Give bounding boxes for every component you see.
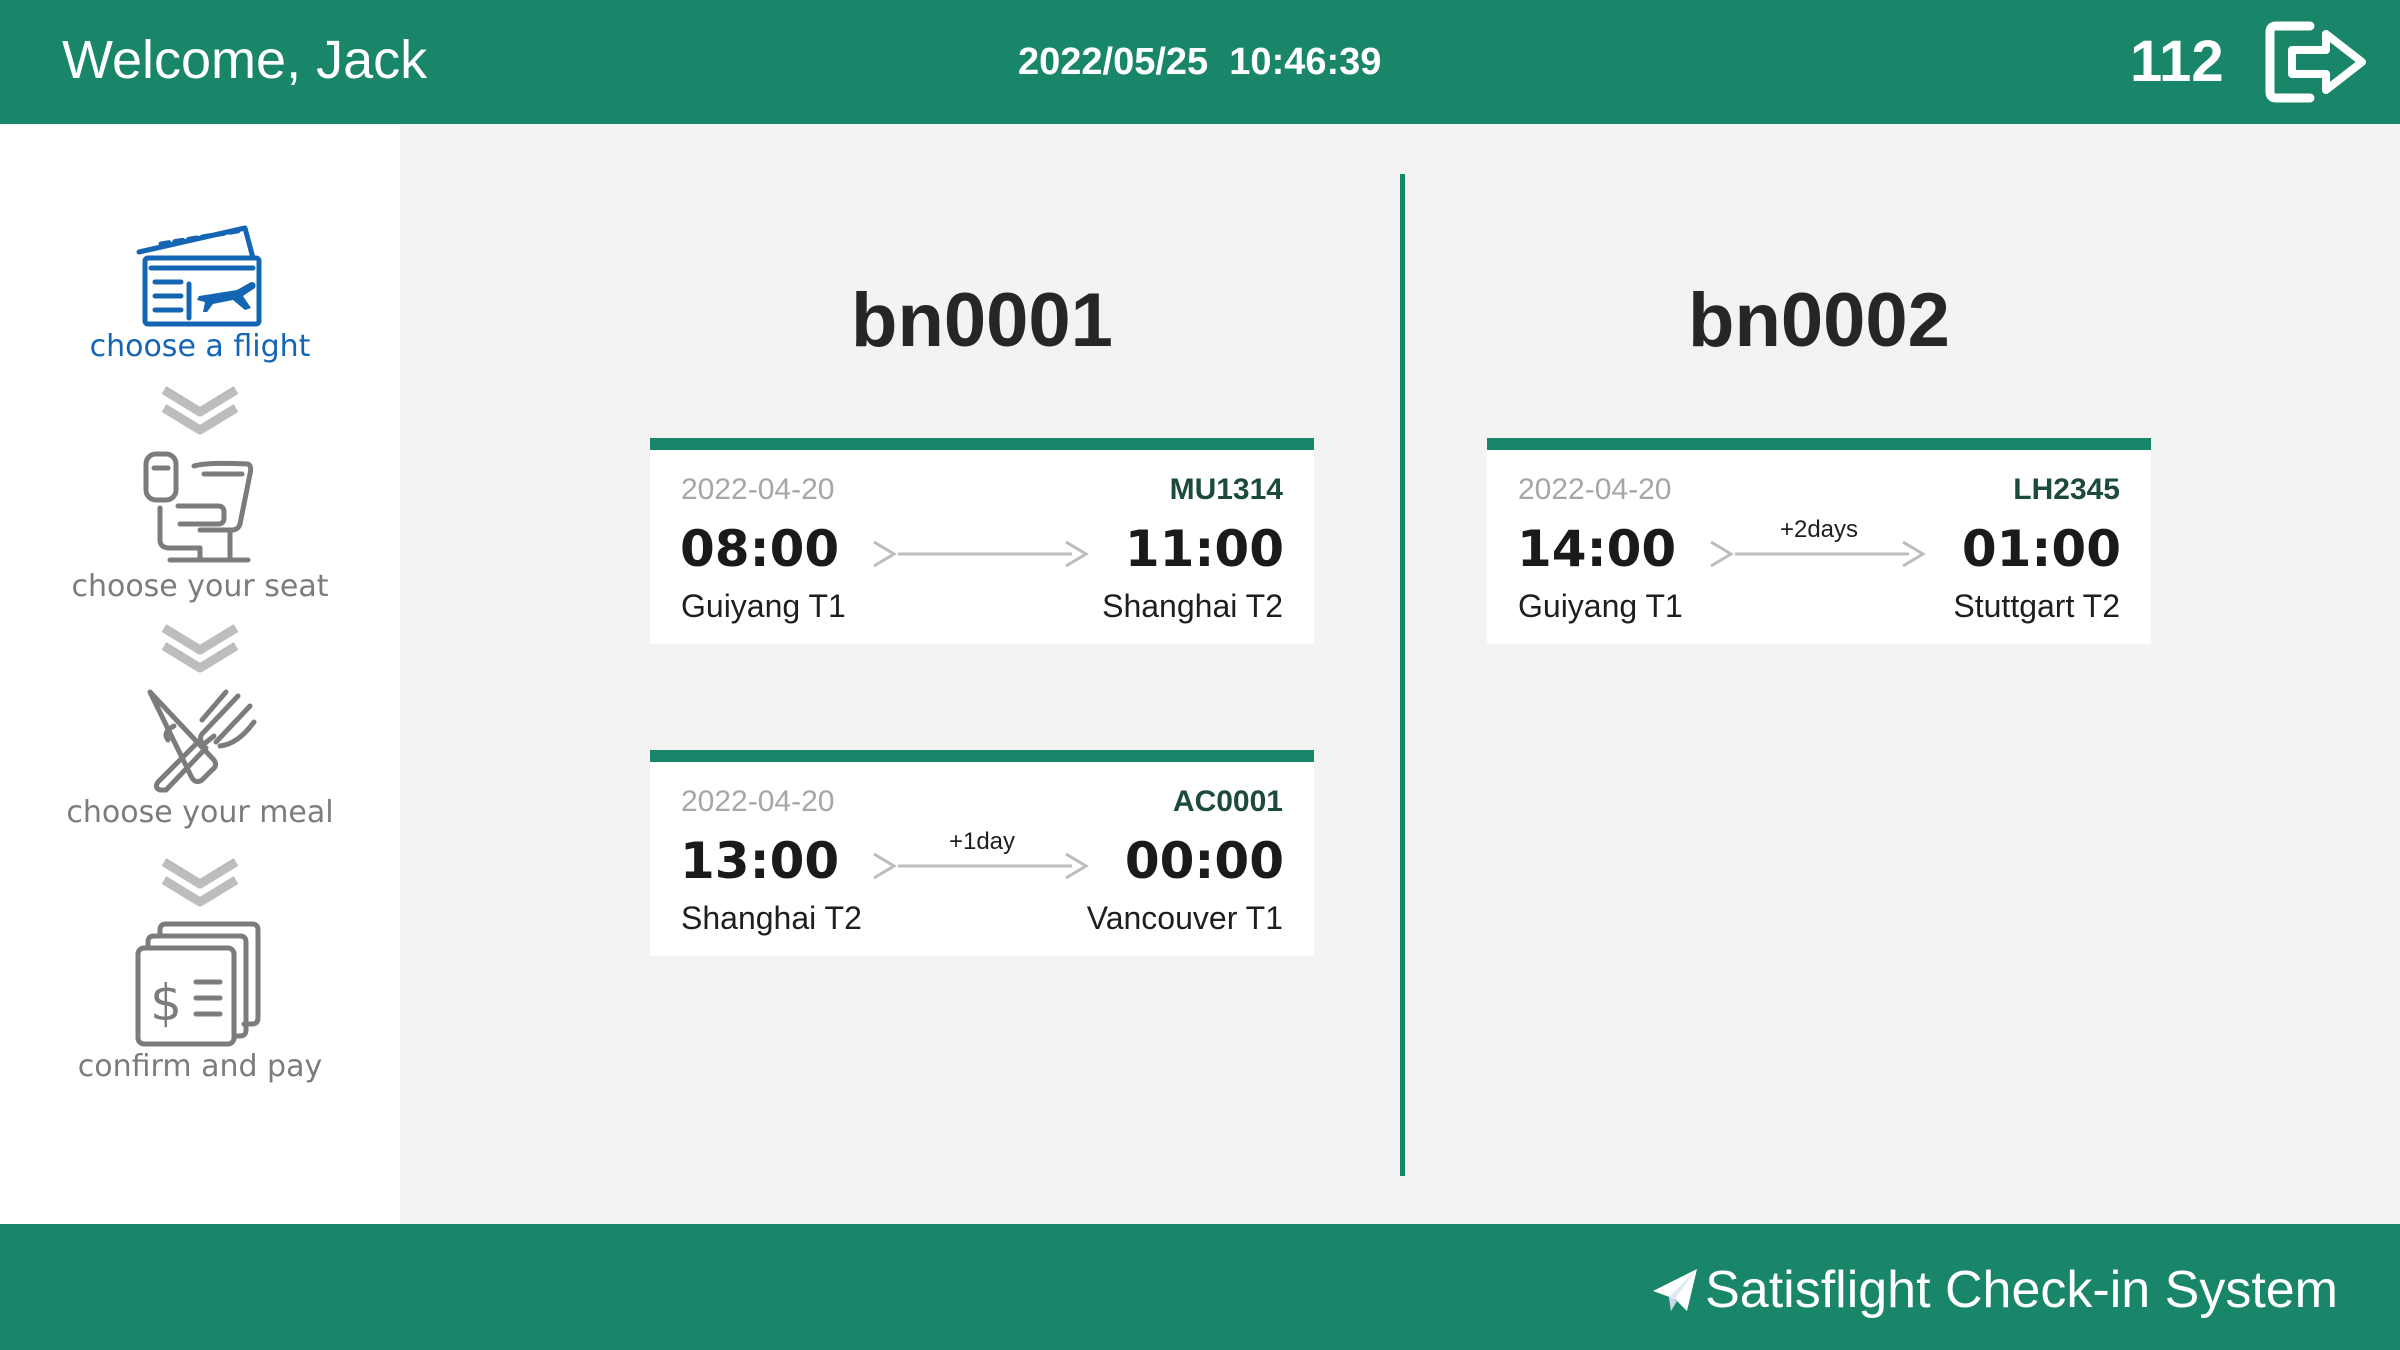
progress-sidebar: choose a flight choose your seat choose … xyxy=(0,124,400,1224)
departure-terminal: Guiyang T1 xyxy=(1518,588,1683,624)
booking-panel: bn0001 2022-04-20 MU1314 08:00 11:00 Gui… xyxy=(400,124,2400,1224)
departure-time: 14:00 xyxy=(1517,520,1677,578)
route-arrow-icon xyxy=(873,540,1089,568)
departure-time: 13:00 xyxy=(680,832,840,890)
boarding-pass-icon xyxy=(136,225,262,327)
fork-knife-icon xyxy=(147,689,257,793)
logout-arrow-icon[interactable] xyxy=(2262,16,2372,108)
brand: Satisflight Check-in System xyxy=(1651,1260,2338,1320)
flight-card[interactable]: 2022-04-20 LH2345 14:00 +2days 01:00 Gui… xyxy=(1487,438,2151,644)
flight-number: MU1314 xyxy=(1169,473,1283,506)
chevron-down-icon xyxy=(161,858,239,907)
departure-time: 08:00 xyxy=(680,520,840,578)
countdown-counter: 112 xyxy=(2130,29,2224,94)
arrival-terminal: Stuttgart T2 xyxy=(1953,588,2120,624)
arrival-terminal: Vancouver T1 xyxy=(1086,900,1283,936)
current-datetime: 2022/05/25 10:46:39 xyxy=(1018,41,1382,83)
paper-plane-icon xyxy=(1653,1269,1698,1311)
flight-date: 2022-04-20 xyxy=(681,785,835,818)
arrival-time: 11:00 xyxy=(1124,520,1284,578)
brand-name: Satisflight Check-in System xyxy=(1705,1261,2338,1319)
welcome-message: Welcome, Jack xyxy=(62,30,428,90)
step-label: choose a flight xyxy=(89,329,311,364)
chevron-down-icon xyxy=(161,624,239,673)
bill-payment-icon: $ xyxy=(135,921,261,1047)
step-choose-seat[interactable]: choose your seat xyxy=(0,448,400,606)
svg-text:$: $ xyxy=(150,974,182,1032)
route-arrow-icon xyxy=(1710,540,1926,568)
arrival-time: 00:00 xyxy=(1124,832,1284,890)
flight-number: LH2345 xyxy=(2013,473,2120,506)
step-confirm-pay[interactable]: $ confirm and pay xyxy=(0,920,400,1086)
booking-number: bn0002 xyxy=(1688,278,1950,363)
booking-divider xyxy=(1400,174,1405,1176)
flight-date: 2022-04-20 xyxy=(681,473,835,506)
bottom-bar: Satisflight Check-in System xyxy=(0,1224,2400,1350)
top-bar: Welcome, Jack 2022/05/25 10:46:39 112 xyxy=(0,0,2400,124)
step-choose-meal[interactable]: choose your meal xyxy=(0,686,400,832)
arrival-terminal: Shanghai T2 xyxy=(1102,588,1283,624)
departure-terminal: Guiyang T1 xyxy=(681,588,846,624)
booking-number: bn0001 xyxy=(851,278,1113,363)
flight-card[interactable]: 2022-04-20 AC0001 13:00 +1day 00:00 Shan… xyxy=(650,750,1314,956)
flight-number: AC0001 xyxy=(1172,785,1283,818)
route-arrow-icon xyxy=(873,852,1089,880)
arrival-time: 01:00 xyxy=(1961,520,2121,578)
flight-card[interactable]: 2022-04-20 MU1314 08:00 11:00 Guiyang T1… xyxy=(650,438,1314,644)
chevron-down-icon xyxy=(161,386,239,435)
step-label: choose your meal xyxy=(66,795,334,830)
step-label: choose your seat xyxy=(71,569,329,604)
flight-date: 2022-04-20 xyxy=(1518,473,1672,506)
airplane-seat-icon xyxy=(143,451,254,563)
step-choose-flight[interactable]: choose a flight xyxy=(0,224,400,366)
departure-terminal: Shanghai T2 xyxy=(681,900,862,936)
step-label: confirm and pay xyxy=(77,1049,323,1084)
